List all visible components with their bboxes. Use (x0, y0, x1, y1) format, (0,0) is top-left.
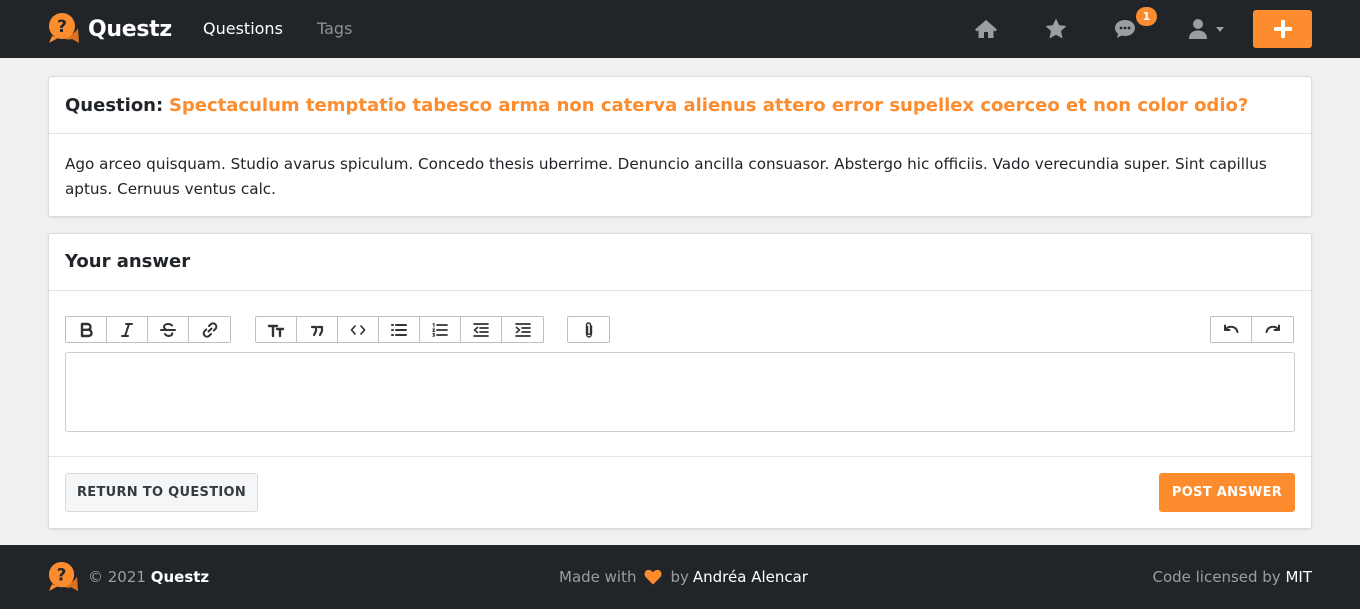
answer-actions: RETURN TO QUESTION POST ANSWER (49, 456, 1311, 529)
brand-name: Questz (88, 16, 172, 42)
toolbar-format-group (65, 316, 231, 343)
outdent-icon (473, 322, 489, 337)
heading-icon (267, 324, 285, 337)
outdent-button[interactable] (461, 317, 502, 342)
question-card: Question: Spectaculum temptatio tabesco … (48, 76, 1312, 217)
brand[interactable]: ? Questz (47, 12, 172, 46)
home-button[interactable] (973, 16, 999, 42)
answer-card: Your answer RETURN TO QUESTION POST ANSW… (48, 233, 1312, 529)
chat-icon (1115, 20, 1135, 38)
bold-icon (80, 322, 93, 337)
page-footer: ? © 2021 Questz Made with by Andréa Alen… (0, 545, 1360, 609)
logo-icon: ? (49, 13, 79, 43)
bullet-list-icon (391, 323, 407, 336)
answer-editor[interactable] (65, 352, 1295, 432)
code-button[interactable] (338, 317, 379, 342)
chevron-down-icon (1216, 26, 1224, 32)
by-text: by (670, 568, 689, 586)
heart-icon (644, 569, 662, 585)
author-link[interactable]: Andréa Alencar (693, 568, 808, 586)
plus-icon (1273, 20, 1292, 38)
messages-button[interactable] (1112, 16, 1138, 42)
quote-icon (310, 325, 324, 336)
favorites-button[interactable] (1043, 16, 1069, 42)
new-question-button[interactable] (1253, 10, 1312, 48)
user-icon (1189, 19, 1207, 39)
italic-icon (121, 322, 133, 337)
strikethrough-icon (160, 322, 176, 337)
bullet-list-button[interactable] (379, 317, 420, 342)
post-answer-button[interactable]: POST ANSWER (1159, 473, 1295, 512)
italic-button[interactable] (107, 317, 148, 342)
license-link[interactable]: MIT (1285, 568, 1312, 586)
home-icon (975, 20, 997, 38)
link-button[interactable] (189, 317, 230, 342)
navbar: ? Questz Questions Tags 1 (0, 0, 1360, 58)
heading-button[interactable] (256, 317, 297, 342)
copyright-text: © 2021 (88, 568, 146, 586)
paperclip-icon (585, 321, 592, 338)
toolbar-block-group (255, 316, 544, 343)
question-label: Question: (65, 95, 164, 116)
attach-button[interactable] (568, 317, 609, 342)
redo-icon (1265, 324, 1280, 333)
toolbar-attach-group (567, 316, 610, 343)
undo-button[interactable] (1211, 317, 1252, 342)
made-with-text: Made with (559, 568, 637, 586)
question-body: Ago arceo quisquam. Studio avarus spicul… (65, 155, 1267, 198)
indent-button[interactable] (502, 317, 543, 342)
nav-questions[interactable]: Questions (203, 19, 283, 39)
license-text: Code licensed by (1152, 568, 1281, 586)
link-icon (202, 321, 217, 338)
code-icon (350, 324, 366, 335)
svg-text:?: ? (57, 17, 67, 37)
numbered-list-button[interactable] (420, 317, 461, 342)
footer-license: Code licensed by MIT (1152, 567, 1312, 587)
undo-icon (1224, 324, 1239, 333)
notification-badge: 1 (1136, 7, 1157, 26)
answer-heading: Your answer (49, 234, 1311, 291)
indent-icon (514, 322, 531, 337)
footer-credits: Made with by Andréa Alencar (559, 567, 808, 587)
quote-button[interactable] (297, 317, 338, 342)
strikethrough-button[interactable] (148, 317, 189, 342)
numbered-list-icon (432, 322, 448, 337)
user-menu-button[interactable] (1186, 16, 1224, 42)
return-to-question-button[interactable]: RETURN TO QUESTION (65, 473, 258, 512)
question-header: Question: Spectaculum temptatio tabesco … (49, 77, 1311, 134)
toolbar-history-group (1210, 316, 1294, 343)
star-icon (1045, 18, 1067, 39)
footer-copyright: ? © 2021 Questz (47, 561, 209, 593)
footer-brand-link[interactable]: Questz (151, 568, 209, 586)
svg-text:?: ? (57, 565, 67, 584)
logo-icon: ? (48, 561, 79, 591)
bold-button[interactable] (66, 317, 107, 342)
nav-tags[interactable]: Tags (317, 19, 352, 39)
question-title[interactable]: Spectaculum temptatio tabesco arma non c… (169, 95, 1248, 116)
redo-button[interactable] (1252, 317, 1293, 342)
